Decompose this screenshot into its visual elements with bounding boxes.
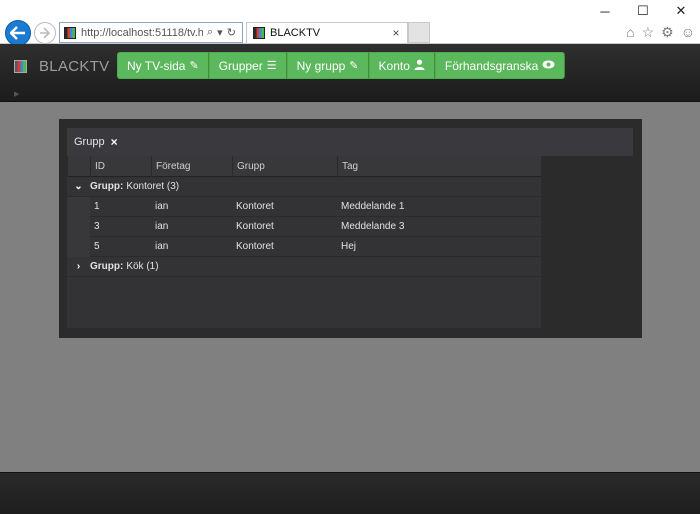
refresh-icon[interactable]: ↻ [227, 26, 236, 39]
row-indent [67, 217, 90, 237]
cell-company: ian [155, 241, 169, 252]
remove-group-icon[interactable]: × [111, 135, 118, 149]
cell-id: 3 [94, 221, 100, 232]
address-text[interactable]: http://localhost:51118/tv.htm [81, 27, 203, 39]
pencil-icon: ✎ [189, 60, 199, 72]
data-grid: ID Företag Grupp Tag ⌄ Grupp: Kontoret (… [67, 156, 541, 328]
forward-arrow-icon[interactable] [34, 22, 56, 44]
footer-bar [0, 472, 700, 514]
new-group-label: Ny grupp [296, 58, 346, 73]
user-icon [414, 59, 425, 73]
eye-icon [542, 60, 555, 72]
settings-gear-icon[interactable]: ⚙ [661, 24, 674, 41]
nav-button-group: Ny TV-sida ✎ Grupper ☰ Ny grupp ✎ Konto … [117, 52, 566, 79]
address-bar[interactable]: http://localhost:51118/tv.htm ⌕ ▾ ↻ [59, 22, 243, 43]
site-favicon-icon [64, 26, 76, 39]
group-row-kok[interactable]: › Grupp: Kök (1) [67, 257, 541, 277]
group-row-label: Grupp: [90, 181, 124, 192]
favorites-star-icon[interactable]: ☆ [642, 24, 655, 41]
grid-panel: Grupp × ID Företag Grupp Tag ⌄ Grupp: Ko… [59, 119, 642, 338]
new-tab-button[interactable] [408, 22, 430, 43]
column-header-id[interactable]: ID [90, 156, 151, 177]
brand-logo-icon [14, 60, 27, 73]
cell-tag: Meddelande 1 [341, 201, 405, 212]
browser-tab[interactable]: BLACKTV × [246, 22, 408, 43]
column-header-company[interactable]: Företag [151, 156, 232, 177]
tab-favicon-icon [253, 27, 265, 39]
home-icon[interactable]: ⌂ [626, 24, 634, 41]
table-row[interactable]: 3 ian Kontoret Meddelande 3 [67, 217, 541, 237]
groups-button[interactable]: Grupper ☰ [208, 52, 287, 79]
new-tv-page-label: Ny TV-sida [127, 58, 186, 73]
smiley-feedback-icon[interactable]: ☺ [681, 24, 695, 41]
new-tv-page-button[interactable]: Ny TV-sida ✎ [117, 52, 209, 79]
column-header-tag[interactable]: Tag [337, 156, 541, 177]
table-row[interactable]: 5 ian Kontoret Hej [67, 237, 541, 257]
list-icon: ☰ [266, 60, 277, 72]
minimize-icon[interactable]: ─ [586, 0, 624, 22]
back-arrow-icon[interactable] [5, 20, 31, 46]
cell-company: ian [155, 201, 169, 212]
expand-chevron-icon[interactable]: › [67, 261, 90, 272]
groups-label: Grupper [218, 58, 263, 73]
grid-side-area [541, 156, 633, 328]
search-icon[interactable]: ⌕ [207, 26, 213, 39]
group-chip-label: Grupp [74, 136, 105, 148]
collapse-chevron-icon[interactable]: ⌄ [67, 181, 90, 192]
brand-title[interactable]: BLACKTV [39, 58, 109, 75]
group-row-value: Kontoret (3) [126, 181, 180, 192]
browser-chrome: http://localhost:51118/tv.htm ⌕ ▾ ↻ BLAC… [0, 0, 700, 46]
cell-id: 1 [94, 201, 100, 212]
header-spacer [67, 156, 90, 177]
cell-company: ian [155, 221, 169, 232]
dropdown-icon[interactable]: ▾ [217, 26, 223, 39]
cell-group: Kontoret [236, 241, 274, 252]
group-row-label: Grupp: [90, 261, 124, 272]
tab-title: BLACKTV [270, 27, 321, 39]
new-group-button[interactable]: Ny grupp ✎ [286, 52, 369, 79]
preview-label: Förhandsgranska [444, 58, 539, 73]
brand[interactable]: BLACKTV [14, 58, 109, 75]
tab-close-icon[interactable]: × [389, 26, 403, 40]
cell-tag: Hej [341, 241, 357, 252]
cell-id: 5 [94, 241, 100, 252]
cell-group: Kontoret [236, 221, 274, 232]
group-row-kontoret[interactable]: ⌄ Grupp: Kontoret (3) [67, 177, 541, 197]
group-by-bar: Grupp × [67, 128, 633, 156]
window-close-icon[interactable]: ✕ [662, 0, 700, 22]
collapse-caret-icon[interactable]: ▶ [14, 90, 19, 98]
account-button[interactable]: Konto [368, 52, 435, 79]
column-header-group[interactable]: Grupp [232, 156, 337, 177]
row-indent [67, 237, 90, 257]
group-row-value: Kök (1) [126, 261, 159, 272]
pencil-icon: ✎ [349, 60, 359, 72]
grid-header: ID Företag Grupp Tag [67, 156, 541, 177]
maximize-icon[interactable]: ☐ [624, 0, 662, 22]
cell-group: Kontoret [236, 201, 274, 212]
cell-tag: Meddelande 3 [341, 221, 405, 232]
row-indent [67, 197, 90, 217]
preview-button[interactable]: Förhandsgranska [434, 52, 566, 79]
group-chip[interactable]: Grupp × [74, 135, 118, 149]
app-navbar: BLACKTV Ny TV-sida ✎ Grupper ☰ Ny grupp … [0, 44, 700, 102]
table-row[interactable]: 1 ian Kontoret Meddelande 1 [67, 197, 541, 217]
account-label: Konto [378, 58, 410, 73]
